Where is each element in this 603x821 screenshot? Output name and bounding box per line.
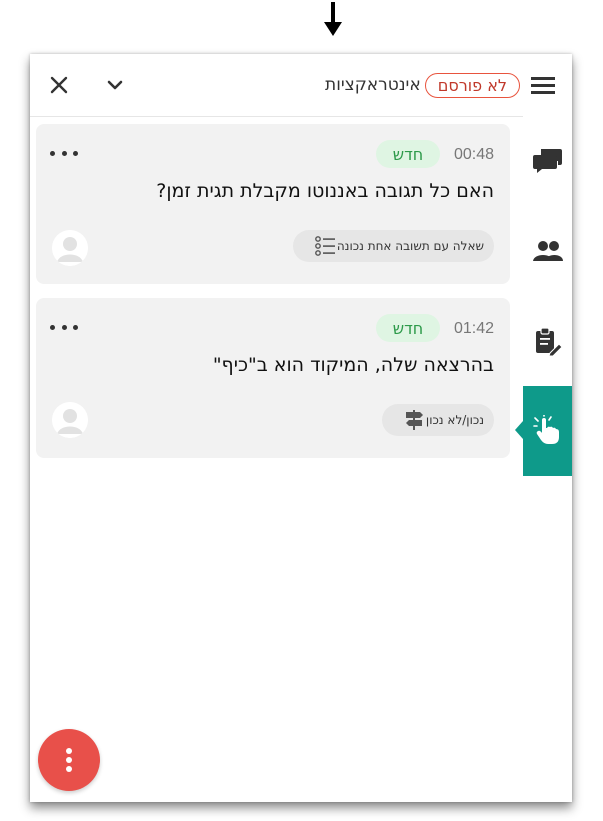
chat-icon: [532, 149, 562, 173]
chevron-down-icon: [107, 80, 123, 90]
down-arrow-icon: [324, 2, 342, 36]
dot: [73, 150, 78, 156]
panel-header: אינטראקציות לא פורסם: [30, 54, 572, 117]
close-icon: [50, 76, 68, 94]
interaction-card[interactable]: חדש 01:42 בהרצאה שלה, המיקוד הוא ב"כיף": [36, 298, 510, 458]
clipboard-edit-icon: [535, 327, 563, 356]
card-question-text: האם כל תגובה באננוטו מקבלת תגית זמן?: [156, 180, 494, 202]
new-badge: חדש: [376, 140, 440, 168]
list-icon: [313, 234, 337, 258]
dot: [50, 150, 55, 156]
interaction-type-label: נכון/לא נכון: [425, 413, 484, 427]
dot: [61, 324, 67, 330]
dot: [50, 324, 55, 330]
vertical-dots-icon: [66, 748, 72, 772]
dot: [73, 324, 78, 330]
interaction-type-chip[interactable]: שאלה עם תשובה אחת נכונה: [292, 230, 494, 262]
menu-button[interactable]: [526, 70, 560, 100]
user-avatar-icon: [52, 402, 88, 438]
participants-icon: [532, 241, 563, 261]
avatar: [52, 402, 88, 438]
hamburger-menu-icon: [531, 77, 555, 94]
close-button[interactable]: [44, 70, 74, 100]
collapse-button[interactable]: [100, 70, 130, 100]
card-question-text: בהרצאה שלה, המיקוד הוא ב"כיף": [212, 354, 494, 376]
new-badge: חדש: [376, 314, 440, 342]
interaction-card[interactable]: חדש 00:48 האם כל תגובה באננוטו מקבלת תגי…: [36, 124, 510, 284]
status-badge: לא פורסם: [424, 72, 520, 98]
side-tab-bar: [515, 116, 572, 802]
tab-participants[interactable]: [523, 206, 572, 296]
more-options-button[interactable]: [50, 318, 78, 336]
avatar: [52, 230, 88, 266]
panel-title-group: אינטראקציות לא פורסם: [321, 72, 520, 98]
tab-assignments[interactable]: [523, 296, 572, 386]
more-options-button[interactable]: [50, 144, 78, 162]
floating-action-button[interactable]: [38, 729, 100, 791]
tab-chat[interactable]: [523, 116, 572, 206]
card-timestamp[interactable]: 01:42: [454, 320, 494, 338]
tab-interactions[interactable]: [515, 386, 572, 476]
card-timestamp[interactable]: 00:48: [454, 146, 494, 164]
interactions-panel: אינטראקציות לא פורסם חדש 00:48 האם כל תג…: [30, 54, 572, 802]
hand-tap-icon: [532, 415, 559, 444]
interaction-type-label: שאלה עם תשובה אחת נכונה: [336, 239, 484, 253]
user-avatar-icon: [52, 230, 88, 266]
signpost-icon: [402, 408, 426, 432]
panel-title: אינטראקציות: [325, 75, 421, 95]
dot: [61, 150, 67, 156]
interaction-type-chip[interactable]: נכון/לא נכון: [381, 404, 494, 436]
